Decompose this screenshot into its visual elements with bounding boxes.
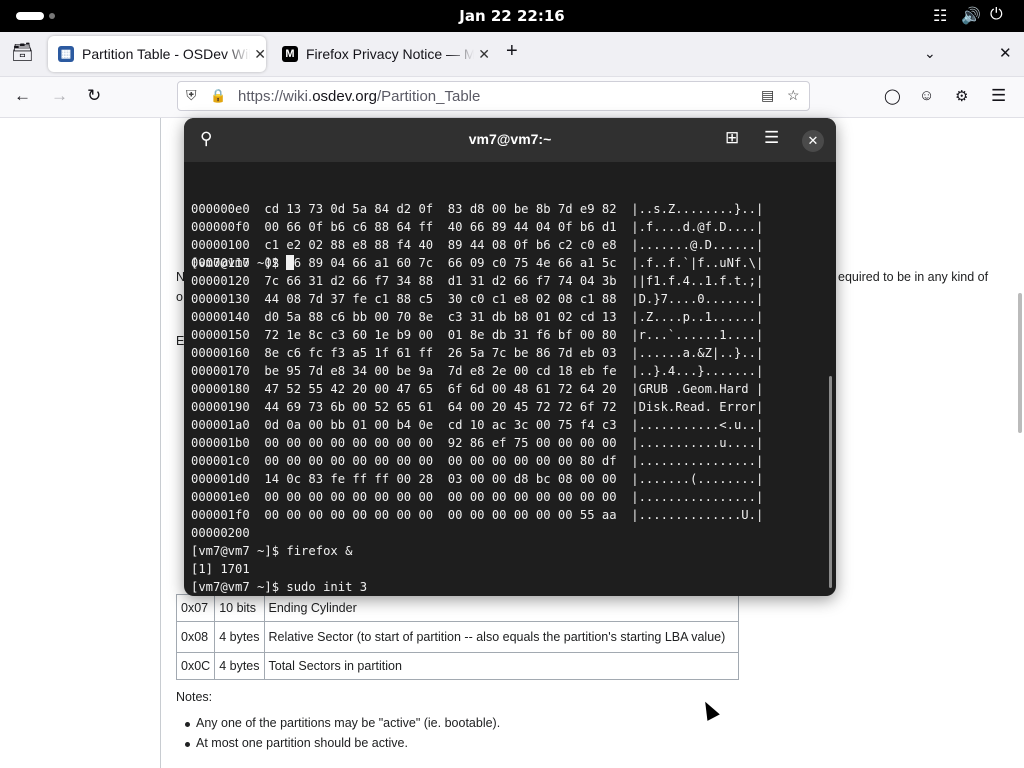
tab-strip: 🗃 ▦ Partition Table - OSDev Wiki ✕ M Fir… xyxy=(0,32,1024,77)
terminal-line: 00000170 be 95 7d e8 34 00 be 9a 7d e8 2… xyxy=(191,364,764,378)
reload-icon[interactable]: ↻ xyxy=(87,86,101,106)
account-icon[interactable]: ☺ xyxy=(919,87,934,104)
list-item: At most one partition should be active. xyxy=(184,736,500,750)
terminal-line: 00000130 44 08 7d 37 fe c1 88 c5 30 c0 c… xyxy=(191,292,764,306)
pocket-icon[interactable]: ◯ xyxy=(884,87,901,105)
table-row: 0x07 10 bits Ending Cylinder xyxy=(175,594,739,622)
list-item: Any one of the partitions may be "active… xyxy=(184,716,500,730)
table-cell-size: 4 bytes xyxy=(214,621,265,653)
system-top-bar: Jan 22 22:16 ☷ 🔊 ⏻ xyxy=(0,0,1024,32)
terminal-output[interactable]: 000000e0 cd 13 73 0d 5a 84 d2 0f 83 d8 0… xyxy=(191,164,821,594)
navigation-toolbar: ← → ↻ ⛨ 🔒 https://wiki.osdev.org/Partiti… xyxy=(0,77,1024,118)
clock[interactable]: Jan 22 22:16 xyxy=(0,7,1024,25)
terminal-line: [1] 1701 xyxy=(191,562,250,576)
terminal-line: 00000160 8e c6 fc f3 a5 1f 61 ff 26 5a 7… xyxy=(191,346,764,360)
terminal-line: [vm7@vm7 ~]$ sudo init 3 xyxy=(191,580,368,594)
terminal-line: 000001a0 0d 0a 00 bb 01 00 b4 0e cd 10 a… xyxy=(191,418,764,432)
table-row: 0x0C 4 bytes Total Sectors in partition xyxy=(175,652,739,680)
network-icon[interactable]: ☷ xyxy=(933,6,947,26)
tab-partition-table[interactable]: ▦ Partition Table - OSDev Wiki ✕ xyxy=(48,36,266,72)
terminal-line: 000001f0 00 00 00 00 00 00 00 00 00 00 0… xyxy=(191,508,764,522)
table-row: 0x08 4 bytes Relative Sector (to start o… xyxy=(175,621,739,653)
extensions-puzzle-icon[interactable]: ⚙ xyxy=(955,87,968,105)
mozilla-favicon-icon: M xyxy=(282,46,298,62)
partition-entry-table: 0x07 10 bits Ending Cylinder 0x08 4 byte… xyxy=(175,594,739,680)
table-cell-description: Ending Cylinder xyxy=(263,594,739,622)
reader-view-icon[interactable]: ▤ xyxy=(761,87,774,104)
terminal-window[interactable]: ⚲ vm7@vm7:~ ⊞ ☰ ✕ 000000e0 cd 13 73 0d 5… xyxy=(184,118,836,596)
terminal-lines: 000000e0 cd 13 73 0d 5a 84 d2 0f 83 d8 0… xyxy=(191,200,821,594)
terminal-prompt: [vm7@vm7 ~]$ xyxy=(191,256,287,270)
close-tab-icon[interactable]: ✕ xyxy=(254,46,266,63)
new-tab-icon[interactable]: ⊞ xyxy=(725,128,739,148)
terminal-scrollbar[interactable] xyxy=(829,376,832,588)
forward-arrow-icon[interactable]: → xyxy=(51,86,68,106)
osdev-favicon-icon: ▦ xyxy=(58,46,74,62)
back-arrow-icon[interactable]: ← xyxy=(14,86,31,106)
terminal-line: 000000f0 00 66 0f b6 c6 88 64 ff 40 66 8… xyxy=(191,220,764,234)
terminal-line: 00000120 7c 66 31 d2 66 f7 34 88 d1 31 d… xyxy=(191,274,764,288)
terminal-line: 00000180 47 52 55 42 20 00 47 65 6f 6d 0… xyxy=(191,382,764,396)
terminal-line: 000001c0 00 00 00 00 00 00 00 00 00 00 0… xyxy=(191,454,764,468)
list-all-tabs-icon[interactable]: ⌄ xyxy=(924,45,936,62)
close-icon[interactable]: ✕ xyxy=(802,130,824,152)
tracking-protection-shield-icon[interactable]: ⛨ xyxy=(186,87,197,104)
terminal-line: 000001b0 00 00 00 00 00 00 00 00 92 86 e… xyxy=(191,436,764,450)
page-text-fragment: o xyxy=(176,290,183,304)
sidebar-divider xyxy=(160,118,161,768)
terminal-line: 000001d0 14 0c 83 fe ff ff 00 28 03 00 0… xyxy=(191,472,764,486)
terminal-line: 000001e0 00 00 00 00 00 00 00 00 00 00 0… xyxy=(191,490,764,504)
page-text-fragment: equired to be in any kind of xyxy=(838,270,989,284)
terminal-line: [vm7@vm7 ~]$ firefox & xyxy=(191,544,353,558)
terminal-line: 00000200 xyxy=(191,526,250,540)
terminal-line: 000000e0 cd 13 73 0d 5a 84 d2 0f 83 d8 0… xyxy=(191,202,764,216)
tab-title: Firefox Privacy Notice — Mozilla xyxy=(306,46,475,62)
power-icon[interactable]: ⏻ xyxy=(990,6,1003,24)
table-cell-description: Total Sectors in partition xyxy=(263,652,739,680)
notes-heading: Notes: xyxy=(176,690,213,704)
table-cell-size: 4 bytes xyxy=(214,652,265,680)
firefox-view-icon[interactable]: 🗃 xyxy=(11,42,34,63)
table-cell-offset: 0x0C xyxy=(175,652,216,680)
bookmark-star-icon[interactable]: ☆ xyxy=(787,87,800,104)
padlock-icon[interactable]: 🔒 xyxy=(210,88,226,104)
table-cell-size: 10 bits xyxy=(214,594,265,622)
table-cell-offset: 0x07 xyxy=(175,594,216,622)
table-cell-description: Relative Sector (to start of partition -… xyxy=(263,621,739,653)
text-cursor xyxy=(286,255,295,270)
page-scrollbar[interactable] xyxy=(1018,293,1022,433)
volume-icon[interactable]: 🔊 xyxy=(961,6,981,26)
tab-title: Partition Table - OSDev Wiki xyxy=(82,46,251,62)
terminal-line: 00000100 c1 e2 02 88 e8 88 f4 40 89 44 0… xyxy=(191,238,764,252)
url-bar[interactable]: ⛨ 🔒 https://wiki.osdev.org/Partition_Tab… xyxy=(177,81,810,111)
notes-list: Any one of the partitions may be "active… xyxy=(184,716,500,756)
terminal-line: 00000140 d0 5a 88 c6 bb 00 70 8e c3 31 d… xyxy=(191,310,764,324)
hamburger-menu-icon[interactable]: ☰ xyxy=(991,86,1006,106)
tab-firefox-privacy[interactable]: M Firefox Privacy Notice — Mozilla ✕ xyxy=(272,36,490,72)
terminal-line: 00000150 72 1e 8c c3 60 1e b9 00 01 8e d… xyxy=(191,328,764,342)
terminal-line: 00000190 44 69 73 6b 00 52 65 61 64 00 2… xyxy=(191,400,764,414)
close-window-icon[interactable]: ✕ xyxy=(999,44,1012,62)
menu-icon[interactable]: ☰ xyxy=(764,128,779,148)
new-tab-button[interactable]: + xyxy=(506,40,518,63)
table-cell-offset: 0x08 xyxy=(175,621,216,653)
close-tab-icon[interactable]: ✕ xyxy=(478,46,490,63)
url-text[interactable]: https://wiki.osdev.org/Partition_Table xyxy=(238,88,480,105)
terminal-header-bar[interactable]: ⚲ vm7@vm7:~ ⊞ ☰ ✕ xyxy=(184,118,836,162)
